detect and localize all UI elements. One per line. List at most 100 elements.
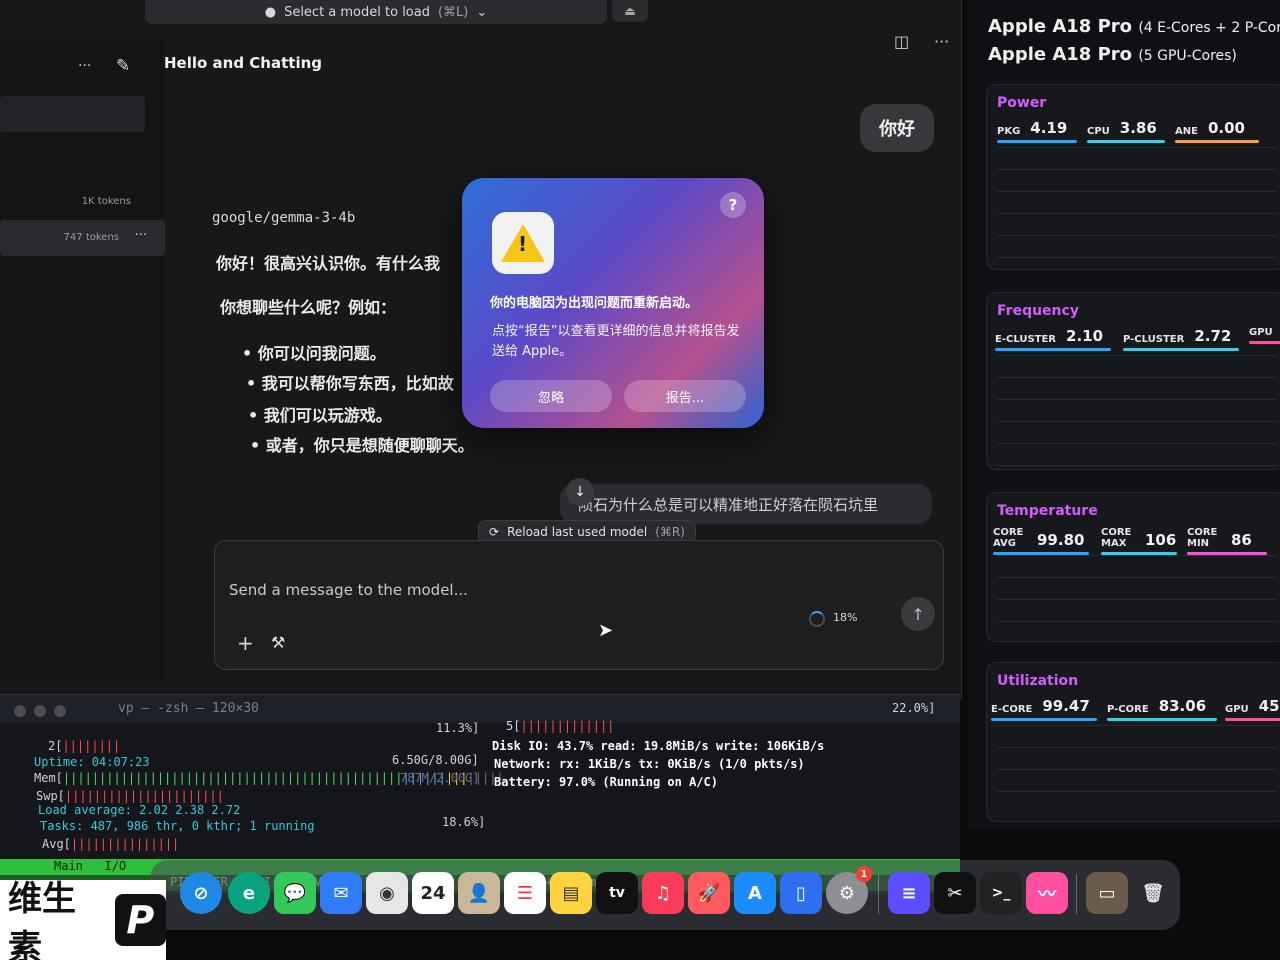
model-name-label: google/gemma-3-4b <box>212 210 356 226</box>
help-button[interactable]: ? <box>720 192 746 218</box>
model-selector[interactable]: ● Select a model to load (⌘L) ⌄ <box>145 0 607 24</box>
load-average: Load average: 2.02 2.38 2.72 <box>38 803 241 817</box>
freq-gpu-metric: GPU <box>1249 327 1280 344</box>
mail-icon[interactable]: ✉ <box>320 872 362 914</box>
new-chat-icon[interactable]: ✎ <box>116 56 130 76</box>
network: Network: rx: 1KiB/s tx: 0KiB/s (1/0 pkts… <box>494 757 805 771</box>
watermark: 维生素 P <box>0 879 166 960</box>
more-icon[interactable]: ··· <box>78 58 91 74</box>
disk-io: Disk IO: 43.7% read: 19.8MiB/s write: 10… <box>492 739 825 753</box>
terminal-icon[interactable]: >_ <box>980 872 1022 914</box>
appletv-icon[interactable]: tv <box>596 872 638 914</box>
chat-token-count: 747 tokens <box>63 232 119 243</box>
chat-title: Hello and Chatting <box>164 54 323 72</box>
reload-icon: ⟳ <box>489 525 500 539</box>
system-settings-icon[interactable]: ⚙ 1 <box>826 866 872 914</box>
temperature-card: Temperature CORE AVG 99.80 CORE MAX 106 CO… <box>986 492 1280 642</box>
tools-hammer-icon[interactable]: ⚒ <box>271 633 285 652</box>
capcut-icon[interactable]: ✂ <box>934 872 976 914</box>
cpu-meter-2: 2[|||||||| <box>48 739 121 753</box>
power-ane-metric: ANE 0.00 <box>1175 119 1259 143</box>
lmstudio-icon[interactable]: ≡ <box>888 872 930 914</box>
notes-icon[interactable]: ▤ <box>550 872 592 914</box>
avg-meter: Avg[||||||||||||||| <box>42 837 180 851</box>
ignore-button[interactable]: 忽略 <box>490 380 612 412</box>
chevron-down-icon: ⌄ <box>476 4 488 20</box>
reminders-icon[interactable]: ☰ <box>504 872 546 914</box>
rocket-icon[interactable]: 🚀 <box>688 872 730 914</box>
watermark-logo: P <box>114 894 166 946</box>
eject-icon: ⏏ <box>624 4 636 18</box>
temp-min-metric: CORE MIN 86 <box>1187 527 1267 555</box>
trash-icon[interactable]: 🗑 <box>1132 872 1174 914</box>
sidebar-search[interactable] <box>0 96 145 132</box>
restart-alert-dialog: ? ! 你的电脑因为出现问题而重新启动。 点按“报告”以查看更详细的信息并将报告… <box>462 178 764 428</box>
report-button[interactable]: 报告... <box>624 380 746 412</box>
power-graph <box>997 147 1277 259</box>
util-gpu-metric: GPU45. <box>1225 697 1280 721</box>
scroll-to-bottom-button[interactable]: ↓ <box>566 478 594 506</box>
model-selector-shortcut: (⌘L) <box>437 4 469 20</box>
util-ecore-metric: E-CORE 99.47 <box>991 697 1097 721</box>
close-dot-icon[interactable] <box>14 705 26 717</box>
safari-icon[interactable]: ⊘ <box>180 872 222 914</box>
avg-value: 18.6%] <box>442 815 486 829</box>
context-usage-ring-icon <box>809 611 825 627</box>
contacts-icon[interactable]: 👤 <box>458 872 500 914</box>
battery: Battery: 97.0% (Running on A/C) <box>494 775 718 789</box>
reload-label: Reload last used model <box>507 525 648 539</box>
iphone-mirroring-icon[interactable]: ▯ <box>780 872 822 914</box>
minimize-dot-icon[interactable] <box>34 705 46 717</box>
utilization-card: Utilization E-CORE 99.47 P-CORE 83.06 GPU 4… <box>986 662 1280 822</box>
edge-icon[interactable]: e <box>228 872 270 914</box>
power-card: Power PKG 4.19 CPU 3.86 ANE 0.00 <box>986 84 1280 270</box>
mem-value: 6.50G/8.00G] <box>392 753 479 767</box>
model-selector-label: Select a model to load <box>284 4 430 20</box>
activity-monitor-icon[interactable]: 〰 <box>1026 872 1068 914</box>
sidebar-chat-item-active[interactable]: 747 tokens ··· <box>0 220 165 256</box>
swap-value: 787M/2.00G] <box>400 771 480 785</box>
alert-body: 点按“报告”以查看更详细的信息并将报告发送给 Apple。 <box>492 324 740 359</box>
attach-plus-icon[interactable]: + <box>237 631 254 655</box>
chat-sidebar: ··· ✎ 1K tokens 747 tokens ··· <box>0 40 165 680</box>
terminal-titlebar: vp — -zsh — 120×30 <box>0 695 960 723</box>
app-store-icon[interactable]: A <box>734 872 776 914</box>
chip-cpu-title: Apple A18 Pro (4 E-Cores + 2 P-Cores) <box>988 16 1280 37</box>
swap-meter: Swp[|||||||||||||||||||||| <box>36 789 224 803</box>
music-icon[interactable]: ♫ <box>642 872 684 914</box>
cpu-meter-right-value: 22.0%] <box>892 701 936 715</box>
message-input[interactable]: Send a message to the model... <box>229 581 468 599</box>
temp-max-metric: CORE MAX 106 <box>1101 527 1177 555</box>
chat-more-icon[interactable]: ··· <box>135 228 147 243</box>
power-cpu-metric: CPU 3.86 <box>1087 119 1165 143</box>
sidebar-toggle-icon[interactable]: ◫ <box>894 32 909 51</box>
frequency-title: Frequency <box>997 303 1079 319</box>
dock-separator <box>878 874 879 914</box>
terminal-title: vp — -zsh — 120×30 <box>118 701 259 716</box>
assistant-reply-line: 你好！很高兴认识你。有什么我 <box>216 254 441 273</box>
temperature-graph <box>997 555 1277 631</box>
freq-pcluster-metric: P-CLUSTER 2.72 <box>1123 327 1239 351</box>
message-composer[interactable]: Send a message to the model... + ⚒ 18% ↑ <box>214 540 944 670</box>
alert-title: 你的电脑因为出现问题而重新启动。 <box>490 296 699 311</box>
tasks: Tasks: 487, 986 thr, 0 kthr; 1 running <box>40 819 315 833</box>
more-options-icon[interactable]: ··· <box>934 32 949 51</box>
messages-icon[interactable]: 💬 <box>274 872 316 914</box>
watermark-text: 维生素 <box>8 879 76 960</box>
calendar-icon[interactable]: 24 <box>412 872 454 914</box>
cpu-meter-right: 5[||||||||||||| <box>506 719 615 733</box>
assistant-bullet: • 我可以帮你写东西，比如故 <box>246 374 454 393</box>
screenshot-icon[interactable]: ◉ <box>366 872 408 914</box>
queued-user-message: 陨石为什么总是可以精准地正好落在陨石坑里 <box>560 484 932 524</box>
zoom-dot-icon[interactable] <box>54 705 66 717</box>
arrow-down-icon: ↓ <box>574 484 586 500</box>
downloads-folder-icon[interactable]: ▭ <box>1086 872 1128 914</box>
frequency-graph <box>997 355 1277 467</box>
chip-gpu-title: Apple A18 Pro (5 GPU-Cores) <box>988 44 1237 65</box>
warning-icon: ! <box>492 212 554 274</box>
send-button[interactable]: ↑ <box>901 597 935 631</box>
utilization-graph <box>997 725 1277 811</box>
power-pkg-metric: PKG 4.19 <box>997 119 1077 143</box>
sidebar-chat-item[interactable]: 1K tokens <box>0 184 145 220</box>
eject-button[interactable]: ⏏ <box>612 0 648 22</box>
